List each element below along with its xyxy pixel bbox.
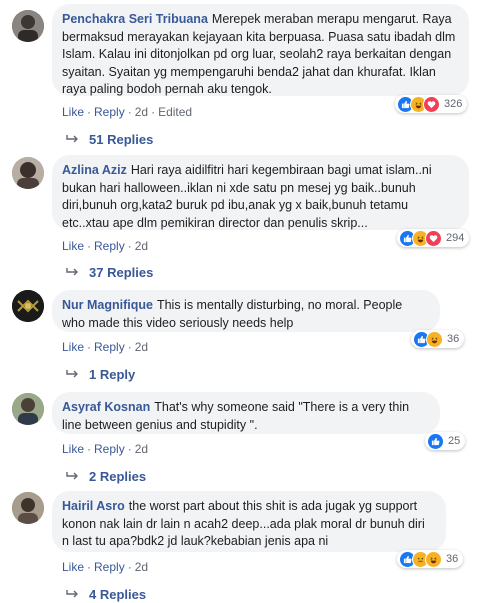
comment: Penchakra Seri Tribuana Merepek meraban m…: [0, 0, 501, 150]
comment-timestamp[interactable]: 2d: [135, 442, 148, 456]
comment-bubble: Azlina Aziz Hari raya aidilfitri hari keg…: [52, 155, 469, 230]
haha-reaction-icon: [425, 550, 442, 568]
view-replies-link[interactable]: 37 Replies: [66, 265, 153, 280]
comment-author[interactable]: Hairil Asro: [62, 499, 125, 513]
reply-link[interactable]: Reply: [94, 560, 125, 574]
comment-author[interactable]: Azlina Aziz: [62, 163, 127, 177]
comment-author[interactable]: Asyraf Kosnan: [62, 400, 150, 414]
view-replies-link[interactable]: 4 Replies: [66, 587, 146, 602]
reaction-summary[interactable]: 36: [397, 550, 464, 568]
comment-bubble: Nur Magnifique This is mentally disturbin…: [52, 290, 440, 332]
reply-link[interactable]: Reply: [94, 340, 125, 354]
reaction-summary[interactable]: 326: [395, 95, 468, 113]
like-link[interactable]: Like: [62, 239, 84, 253]
love-reaction-icon: [425, 229, 442, 247]
comment: Asyraf Kosnan That's why someone said "Th…: [0, 385, 501, 485]
reaction-summary[interactable]: 294: [397, 229, 470, 247]
view-replies-link[interactable]: 51 Replies: [66, 132, 153, 147]
like-link[interactable]: Like: [62, 340, 84, 354]
reaction-summary[interactable]: 25: [425, 432, 466, 450]
comment-actions: Like · Reply · 2d: [62, 560, 149, 574]
comment-actions: Like · Reply · 2d: [62, 340, 149, 354]
comment-timestamp[interactable]: 2d: [135, 340, 148, 354]
comment-timestamp[interactable]: 2d: [135, 105, 148, 119]
comment-timestamp[interactable]: 2d: [135, 560, 148, 574]
avatar[interactable]: [12, 393, 44, 425]
reaction-count: 25: [448, 435, 461, 447]
comment-author[interactable]: Nur Magnifique: [62, 298, 153, 312]
love-reaction-icon: [423, 95, 440, 113]
reaction-count: 36: [447, 333, 460, 345]
reply-link[interactable]: Reply: [94, 105, 125, 119]
reaction-count: 294: [446, 232, 465, 244]
replies-count-label[interactable]: 2 Replies: [89, 469, 146, 484]
haha-reaction-icon: [426, 330, 443, 348]
comment-author[interactable]: Penchakra Seri Tribuana: [62, 12, 208, 26]
reply-arrow-icon: [66, 367, 79, 382]
reply-link[interactable]: Reply: [94, 442, 125, 456]
reaction-count: 326: [444, 98, 463, 110]
comment: Nur Magnifique This is mentally disturbin…: [0, 285, 501, 385]
reply-arrow-icon: [66, 265, 79, 280]
comment-actions: Like · Reply · 2d · Edited: [62, 105, 193, 119]
reply-arrow-icon: [66, 469, 79, 484]
avatar[interactable]: [12, 157, 44, 189]
reply-link[interactable]: Reply: [94, 239, 125, 253]
comment-bubble: Penchakra Seri Tribuana Merepek meraban m…: [52, 4, 469, 96]
view-replies-link[interactable]: 2 Replies: [66, 469, 146, 484]
edited-label[interactable]: Edited: [158, 105, 192, 119]
reaction-count: 36: [446, 553, 459, 565]
comment-bubble: Hairil Asro the worst part about this shi…: [52, 491, 446, 552]
replies-count-label[interactable]: 4 Replies: [89, 587, 146, 602]
like-link[interactable]: Like: [62, 442, 84, 456]
replies-count-label[interactable]: 37 Replies: [89, 265, 153, 280]
reaction-summary[interactable]: 36: [411, 330, 465, 348]
comment: Hairil Asro the worst part about this shi…: [0, 485, 501, 603]
view-replies-link[interactable]: 1 Reply: [66, 367, 135, 382]
comment-actions: Like · Reply · 2d: [62, 442, 149, 456]
replies-count-label[interactable]: 1 Reply: [89, 367, 135, 382]
comment-bubble: Asyraf Kosnan That's why someone said "Th…: [52, 392, 440, 434]
comment-timestamp[interactable]: 2d: [135, 239, 148, 253]
like-link[interactable]: Like: [62, 560, 84, 574]
comment-actions: Like · Reply · 2d: [62, 239, 149, 253]
avatar[interactable]: [12, 10, 44, 42]
like-reaction-icon: [427, 432, 444, 450]
reply-arrow-icon: [66, 587, 79, 602]
like-link[interactable]: Like: [62, 105, 84, 119]
replies-count-label[interactable]: 51 Replies: [89, 132, 153, 147]
comment: Azlina Aziz Hari raya aidilfitri hari keg…: [0, 150, 501, 285]
avatar[interactable]: [12, 290, 44, 322]
avatar[interactable]: [12, 492, 44, 524]
reply-arrow-icon: [66, 132, 79, 147]
